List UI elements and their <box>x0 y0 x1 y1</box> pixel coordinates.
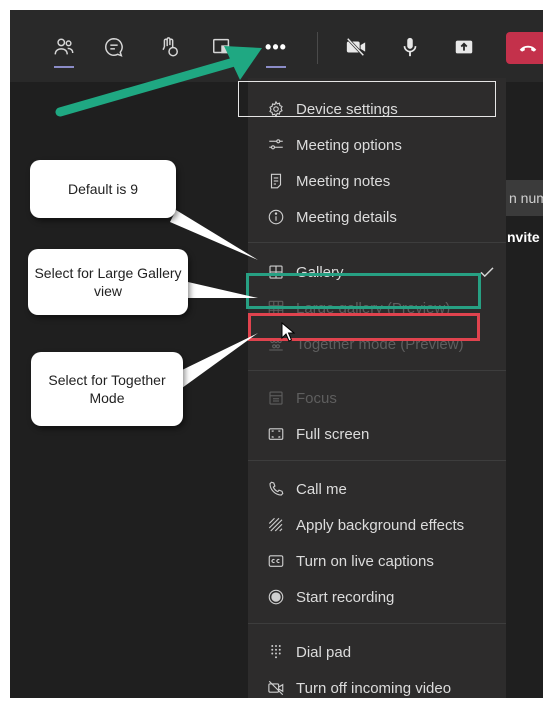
ellipsis-icon: ••• <box>265 36 287 57</box>
large-gallery-highlight <box>246 273 481 309</box>
menu-divider <box>248 242 506 243</box>
menu-divider <box>248 370 506 371</box>
chat-icon <box>105 38 123 57</box>
invite-label: nvite <box>507 229 540 245</box>
menu-item-meeting-notes[interactable]: Meeting notes <box>248 164 506 198</box>
people-button[interactable] <box>48 32 80 68</box>
menu-item-full-screen[interactable]: Full screen <box>248 417 506 451</box>
menu-item-turn-off-incoming-video[interactable]: Turn off incoming video <box>248 671 506 698</box>
callout-default-is-9: Default is 9 <box>30 160 176 218</box>
more-actions-button[interactable]: ••• <box>260 32 292 68</box>
menu-item-live-captions[interactable]: Turn on live captions <box>248 544 506 578</box>
share-tray-icon <box>455 40 473 54</box>
camera-button[interactable] <box>340 32 372 62</box>
menu-item-focus[interactable]: Focus <box>248 381 506 415</box>
notes-icon <box>266 171 286 191</box>
keyboard-focus-outline <box>238 81 496 117</box>
active-underline <box>266 66 286 68</box>
more-actions-menu: Device settings Meeting options Meeting … <box>248 78 506 698</box>
menu-item-label: Dial pad <box>296 643 352 661</box>
menu-item-meeting-options[interactable]: Meeting options <box>248 128 506 162</box>
menu-item-label: Focus <box>296 389 337 407</box>
menu-divider <box>248 623 506 624</box>
phone-number-field: n numb <box>505 180 543 216</box>
menu-item-label: Meeting details <box>296 208 397 226</box>
leave-button[interactable] <box>506 32 543 64</box>
phone-icon <box>266 479 286 499</box>
fullscreen-icon <box>266 424 286 444</box>
menu-item-label: Meeting options <box>296 136 402 154</box>
video-off-icon <box>266 678 286 698</box>
microphone-icon <box>403 37 417 57</box>
menu-divider <box>248 460 506 461</box>
sliders-icon <box>266 135 286 155</box>
menu-item-start-recording[interactable]: Start recording <box>248 580 506 614</box>
dialpad-icon <box>266 642 286 662</box>
active-underline <box>54 66 74 68</box>
menu-item-label: Meeting notes <box>296 172 391 190</box>
camera-off-icon <box>346 37 366 57</box>
menu-item-label: Full screen <box>296 425 370 443</box>
menu-item-label: Turn off incoming video <box>296 679 452 697</box>
callout-large-gallery: Select for Large Gallery view <box>28 249 188 315</box>
menu-item-label: Apply background effects <box>296 516 465 534</box>
menu-item-label: Start recording <box>296 588 395 606</box>
captions-icon <box>266 551 286 571</box>
callout-together-mode: Select for Together Mode <box>31 352 183 426</box>
menu-item-label: Turn on live captions <box>296 552 434 570</box>
menu-item-meeting-details[interactable]: Meeting details <box>248 200 506 234</box>
toolbar-divider <box>317 32 318 64</box>
mouse-cursor-icon <box>281 322 295 342</box>
record-icon <box>266 587 286 607</box>
menu-item-background-effects[interactable]: Apply background effects <box>248 508 506 542</box>
menu-item-label: Call me <box>296 480 347 498</box>
raise-hand-icon <box>162 37 178 57</box>
menu-item-dial-pad[interactable]: Dial pad <box>248 635 506 669</box>
menu-item-call-me[interactable]: Call me <box>248 472 506 506</box>
background-effects-icon <box>266 515 286 535</box>
rooms-button[interactable] <box>206 32 238 62</box>
chat-button[interactable] <box>98 32 130 62</box>
info-icon <box>266 207 286 227</box>
hang-up-icon <box>519 45 537 52</box>
people-icon <box>54 38 74 55</box>
focus-icon <box>266 388 286 408</box>
mic-button[interactable] <box>394 32 426 62</box>
meeting-toolbar: ••• <box>10 10 543 82</box>
rooms-icon <box>213 38 230 54</box>
reactions-button[interactable] <box>153 32 185 62</box>
share-button[interactable] <box>448 32 480 62</box>
